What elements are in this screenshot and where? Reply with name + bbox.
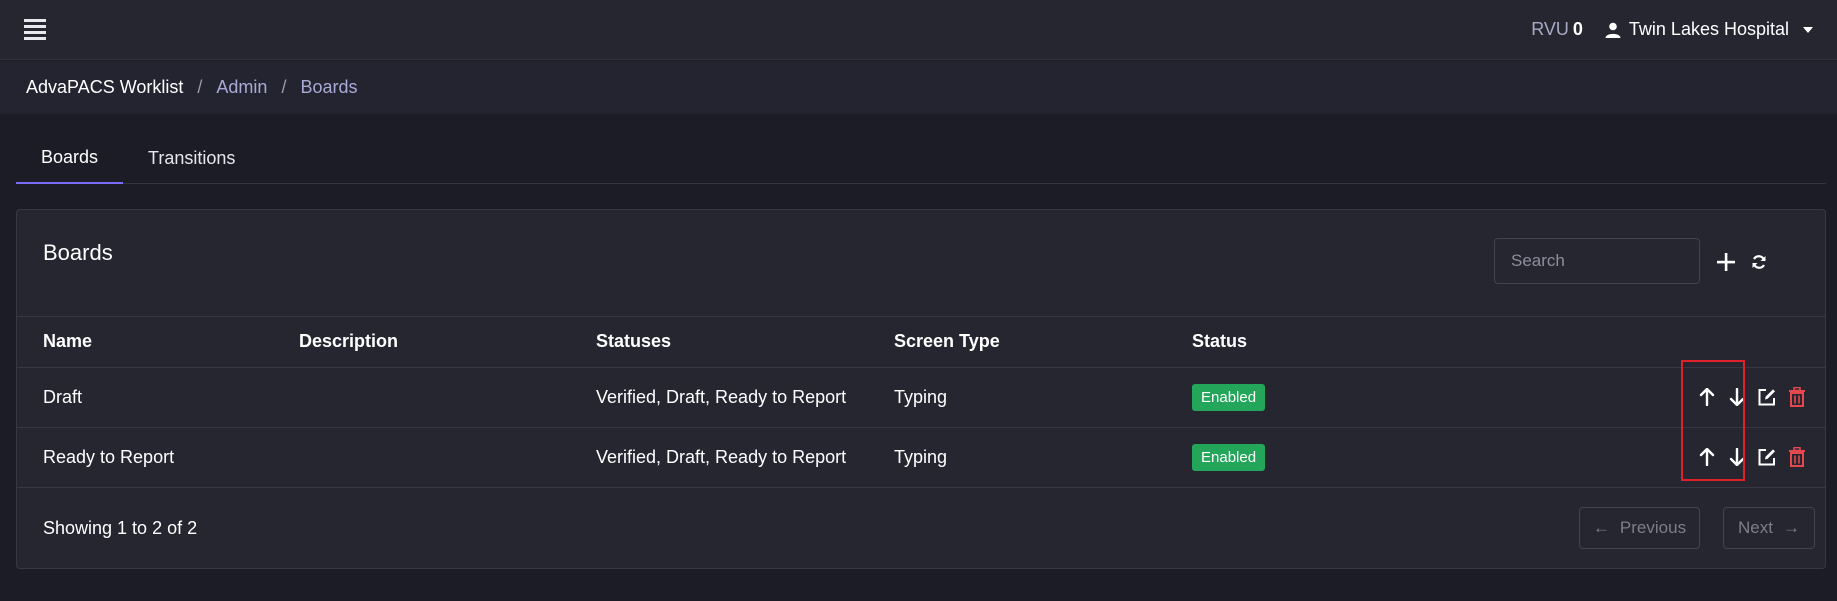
rvu-value: 0 <box>1572 19 1583 39</box>
refresh-button[interactable] <box>1747 250 1771 274</box>
column-header-name[interactable]: Name <box>17 317 299 368</box>
move-down-button[interactable] <box>1725 385 1749 409</box>
arrow-right-icon: → <box>1782 518 1800 537</box>
trash-icon <box>1789 447 1805 467</box>
tab-boards[interactable]: Boards <box>16 132 124 184</box>
cell-actions <box>1652 427 1825 488</box>
delete-button[interactable] <box>1785 445 1809 469</box>
previous-label: Previous <box>1619 518 1687 537</box>
breadcrumb-admin[interactable]: Admin <box>216 77 267 98</box>
column-header-statuses[interactable]: Statuses <box>596 317 894 368</box>
chevron-down-icon <box>1803 26 1813 33</box>
column-header-status[interactable]: Status <box>1192 317 1652 368</box>
breadcrumb-separator: / <box>281 77 287 97</box>
tab-bar: Boards Transitions <box>16 132 1826 184</box>
card-footer: Showing 1 to 2 of 2 <box>17 487 1825 569</box>
cell-description <box>299 367 596 428</box>
status-badge: Enabled <box>1192 443 1266 471</box>
card-title: Boards <box>43 240 113 265</box>
rvu-counter: RVU 0 <box>1531 19 1583 40</box>
row-actions <box>1652 385 1825 409</box>
boards-table: Name Description Statuses Screen Type St… <box>17 317 1825 488</box>
next-label: Next <box>1738 518 1773 537</box>
cell-statuses: Verified, Draft, Ready to Report <box>596 367 894 428</box>
refresh-icon <box>1752 255 1766 269</box>
cell-description <box>299 427 596 488</box>
edit-button[interactable] <box>1755 385 1779 409</box>
plus-icon <box>1717 253 1735 271</box>
arrow-up-icon <box>1699 388 1715 406</box>
cell-status: Enabled <box>1192 367 1652 428</box>
top-navbar: RVU 0 Twin Lakes Hospital <box>0 0 1837 60</box>
previous-button[interactable]: ← Previous <box>1579 507 1700 549</box>
move-up-button[interactable] <box>1695 445 1719 469</box>
pagination-info: Showing 1 to 2 of 2 <box>43 517 198 538</box>
row-actions <box>1652 445 1825 469</box>
status-badge: Enabled <box>1192 383 1266 411</box>
arrow-left-icon: ← <box>1592 518 1610 537</box>
edit-icon <box>1758 389 1775 406</box>
rvu-label: RVU <box>1531 19 1569 39</box>
arrow-down-icon <box>1729 388 1745 406</box>
cell-actions <box>1652 367 1825 428</box>
topbar-right: RVU 0 Twin Lakes Hospital <box>1531 19 1813 40</box>
tab-transitions[interactable]: Transitions <box>123 132 260 184</box>
cell-screen-type: Typing <box>894 367 1192 428</box>
trash-icon <box>1789 387 1805 407</box>
next-button[interactable]: Next → <box>1723 507 1815 549</box>
user-menu[interactable]: Twin Lakes Hospital <box>1605 19 1813 40</box>
arrow-up-icon <box>1699 448 1715 466</box>
card-header: Boards <box>17 210 1825 317</box>
user-icon <box>1605 22 1621 38</box>
delete-button[interactable] <box>1785 385 1809 409</box>
search-input[interactable] <box>1494 238 1700 284</box>
cell-name: Draft <box>17 367 299 428</box>
breadcrumb-separator: / <box>197 77 203 97</box>
cell-screen-type: Typing <box>894 427 1192 488</box>
edit-icon <box>1758 449 1775 466</box>
column-header-screen-type[interactable]: Screen Type <box>894 317 1192 368</box>
breadcrumb-home[interactable]: AdvaPACS Worklist <box>26 77 183 98</box>
boards-card: Boards Name Description Statuses Screen … <box>16 209 1826 569</box>
arrow-down-icon <box>1729 448 1745 466</box>
table-row: Draft Verified, Draft, Ready to Report T… <box>17 367 1825 428</box>
hamburger-menu-icon[interactable] <box>24 18 48 42</box>
edit-button[interactable] <box>1755 445 1779 469</box>
breadcrumb-current: Boards <box>300 77 358 97</box>
cell-status: Enabled <box>1192 427 1652 488</box>
cell-name: Ready to Report <box>17 427 299 488</box>
table-header-row: Name Description Statuses Screen Type St… <box>17 317 1825 368</box>
add-board-button[interactable] <box>1714 250 1738 274</box>
breadcrumb: AdvaPACS Worklist / Admin / Boards <box>0 61 1837 114</box>
move-down-button[interactable] <box>1725 445 1749 469</box>
cell-statuses: Verified, Draft, Ready to Report <box>596 427 894 488</box>
move-up-button[interactable] <box>1695 385 1719 409</box>
table-row: Ready to Report Verified, Draft, Ready t… <box>17 427 1825 488</box>
facility-name: Twin Lakes Hospital <box>1628 19 1789 39</box>
column-header-description[interactable]: Description <box>299 317 596 368</box>
column-header-actions <box>1652 317 1825 368</box>
